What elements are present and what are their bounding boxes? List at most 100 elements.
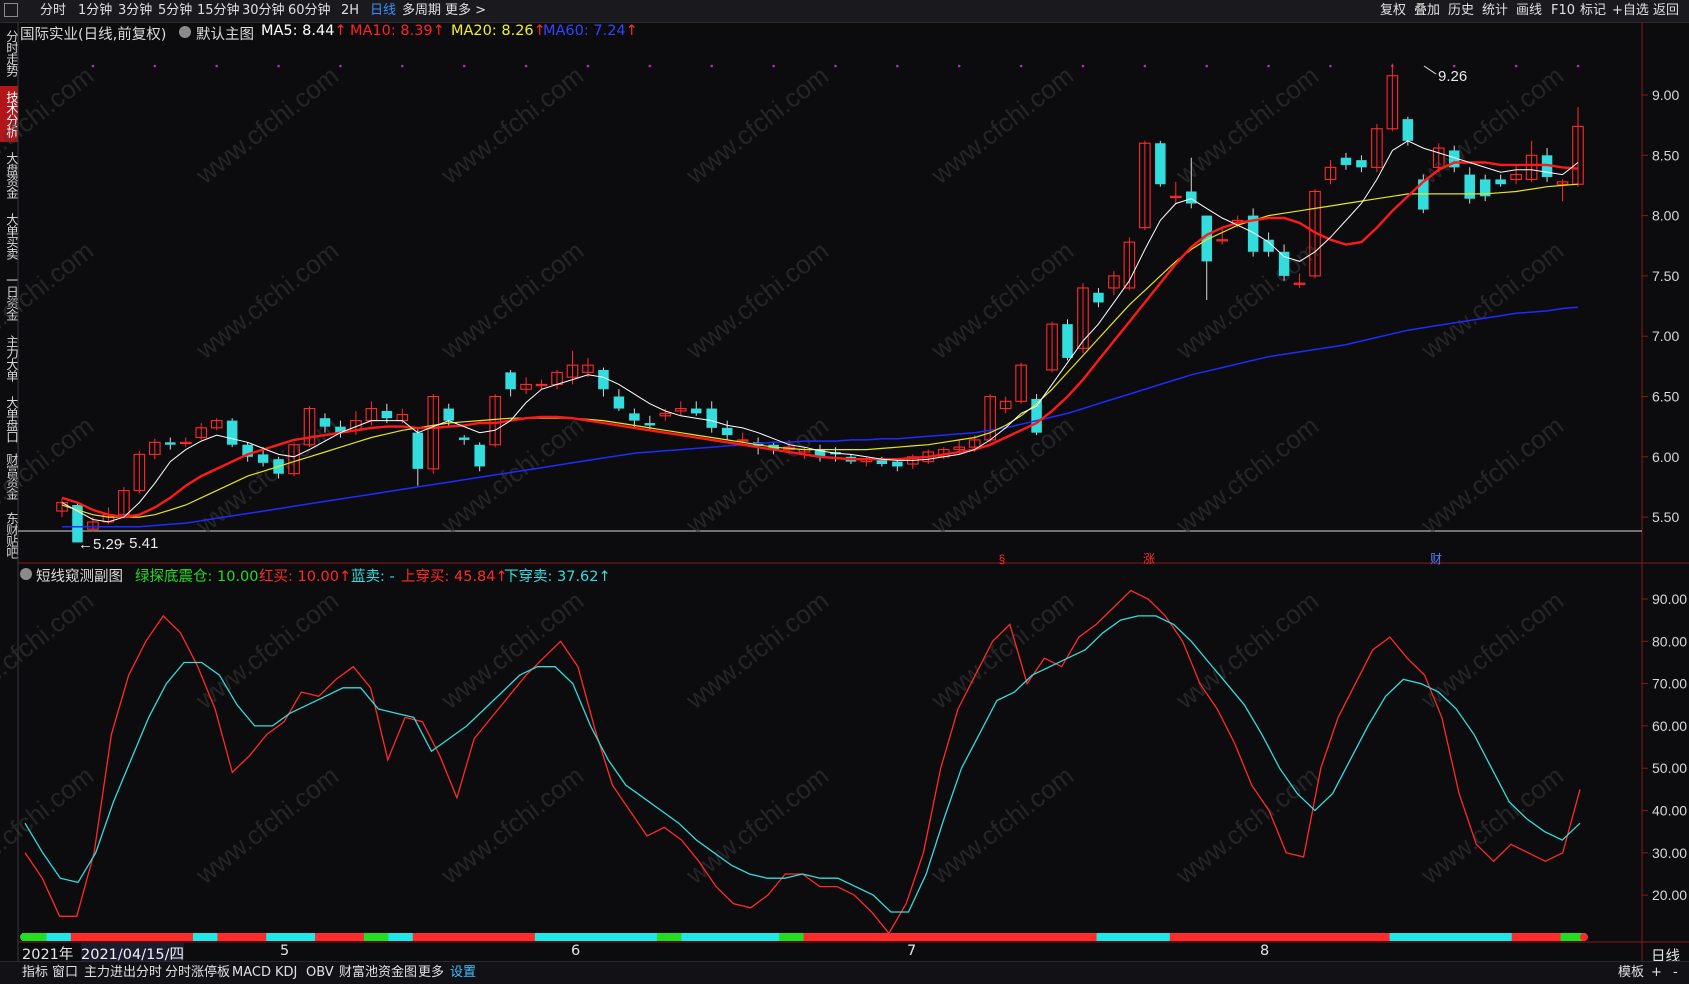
watermark: www.cfchi.com <box>189 235 344 365</box>
signal-bar-segment <box>1243 933 1269 941</box>
watermark: www.cfchi.com <box>0 60 99 190</box>
candle-down <box>505 372 516 390</box>
signal-dot <box>1452 64 1456 68</box>
price-tick-label: 6.50 <box>1652 389 1679 405</box>
bottom-tab-2[interactable]: 主力进出分时 <box>84 962 162 984</box>
sub-settings-icon[interactable] <box>20 568 32 580</box>
osc-tick-label: 20.00 <box>1652 887 1687 903</box>
signal-bar-segment <box>1365 933 1391 941</box>
sub-indicator-name[interactable]: 短线窥测副图 <box>36 565 123 586</box>
high-marker-arrow <box>1423 65 1437 75</box>
signal-dot <box>277 64 280 68</box>
candle-down <box>412 432 424 469</box>
signal-bar-segment <box>1316 933 1342 941</box>
bottom-tab-1[interactable]: 窗口 <box>52 962 78 984</box>
candle-down <box>474 444 485 467</box>
bottom-right-btn-2[interactable]: - <box>1673 962 1678 984</box>
price-tick-label: 6.00 <box>1652 449 1679 465</box>
month-6: 6 <box>571 943 581 959</box>
bottom-tab-4[interactable]: MACD <box>232 962 271 984</box>
signal-bar-segment <box>705 933 731 941</box>
watermark: www.cfchi.com <box>434 60 589 190</box>
signal-bar-segment <box>1047 933 1073 941</box>
watermark: www.cfchi.com <box>434 410 589 540</box>
signal-bar-segment <box>803 933 829 941</box>
candle-down <box>1356 160 1367 168</box>
signal-bar-segment <box>901 933 927 941</box>
bottom-right-btn-1[interactable]: + <box>1651 962 1662 984</box>
signal-bar-segment <box>1096 933 1122 941</box>
signal-bar-segment <box>192 933 218 941</box>
event-marker-2: 财 <box>1430 552 1442 566</box>
signal-bar-segment <box>1414 933 1440 941</box>
signal-bar-segment <box>1267 933 1293 941</box>
signal-bar-segment <box>754 933 780 941</box>
signal-bar-segment <box>1340 933 1366 941</box>
signal-bar-segment <box>1536 933 1562 941</box>
signal-dot <box>1329 64 1332 68</box>
template-name[interactable]: 默认主图 <box>196 23 254 44</box>
signal-bar-segment <box>46 933 72 941</box>
candle-down <box>721 427 733 436</box>
signal-dot <box>462 64 466 68</box>
candle-down <box>613 396 625 409</box>
bottom-tab-5[interactable]: KDJ <box>275 962 297 984</box>
signal-dot <box>1514 64 1518 68</box>
month-8: 8 <box>1260 943 1270 959</box>
signal-bar-segment <box>241 933 267 941</box>
sub-legend-item-0: 绿探底震仓: 10.00 <box>135 569 259 585</box>
signal-dot <box>586 64 590 68</box>
price-tick-label: 9.00 <box>1652 87 1679 103</box>
signal-bar-segment <box>388 933 414 941</box>
bottom-tab-8[interactable]: 更多 <box>418 962 444 984</box>
candle-down <box>629 413 640 421</box>
bottom-right-btn-0[interactable]: 模板 <box>1618 962 1644 984</box>
ma60-label: MA60: 7.24↑ <box>543 23 638 39</box>
signal-bar-segment <box>1218 933 1244 941</box>
price-tick-label: 7.50 <box>1652 268 1679 284</box>
osc-tick-label: 90.00 <box>1652 591 1687 607</box>
signal-dot <box>1267 64 1270 68</box>
signal-bar-segment <box>437 933 463 941</box>
bottom-tab-0[interactable]: 指标 <box>22 962 48 984</box>
signal-bar-segment <box>290 933 316 941</box>
signal-bar-segment <box>168 933 194 941</box>
signal-bar-segment <box>1169 933 1195 941</box>
candle-down <box>1340 157 1352 165</box>
candle-down <box>706 408 717 428</box>
price-tick-label: 8.00 <box>1652 208 1679 224</box>
ma60-value: MA60: 7.24 <box>543 23 626 39</box>
bottom-tab-6[interactable]: OBV <box>306 962 334 984</box>
signal-dot <box>524 64 528 68</box>
low-price-label-2: - 5.41 <box>120 535 158 552</box>
signal-bar-segment <box>315 933 341 941</box>
signal-bar-segment <box>363 933 389 941</box>
month-5: 5 <box>280 943 290 959</box>
bottom-tab-3[interactable]: 分时涨停板 <box>165 962 230 984</box>
signal-bar-segment <box>998 933 1024 941</box>
watermark: www.cfchi.com <box>189 60 344 190</box>
signal-bar-segment <box>681 933 707 941</box>
signal-bar-segment <box>852 933 878 941</box>
sub-legend-item-1: 红买: 10.00↑ <box>259 569 352 585</box>
watermark: www.cfchi.com <box>924 760 1079 890</box>
candle-down <box>381 410 393 419</box>
settings-icon[interactable] <box>179 26 191 38</box>
bottom-tab-7[interactable]: 财富池资金图 <box>339 962 417 984</box>
stock-title: 国际实业(日线,前复权) <box>20 27 167 43</box>
ma10-arrow: ↑ <box>432 23 445 39</box>
watermark: www.cfchi.com <box>924 60 1079 190</box>
osc-tick-label: 40.00 <box>1652 803 1687 819</box>
ma60-arrow: ↑ <box>625 23 638 39</box>
signal-bar-segment <box>217 933 243 941</box>
candle-down <box>892 461 903 467</box>
watermark: www.cfchi.com <box>0 585 99 715</box>
ma5-value: MA5: 8.44 <box>261 23 335 39</box>
signal-bar-segment <box>583 933 609 941</box>
watermark: www.cfchi.com <box>189 760 344 890</box>
bottom-tab-9[interactable]: 设置 <box>450 962 476 984</box>
chart-canvas[interactable]: www.cfchi.com www.cfchi.com www.cfchi.com w… <box>0 0 1689 983</box>
ma10-label: MA10: 8.39↑ <box>350 23 445 39</box>
signal-bar-segment <box>1462 933 1488 941</box>
low-price-label: ←5.29 <box>78 536 122 553</box>
